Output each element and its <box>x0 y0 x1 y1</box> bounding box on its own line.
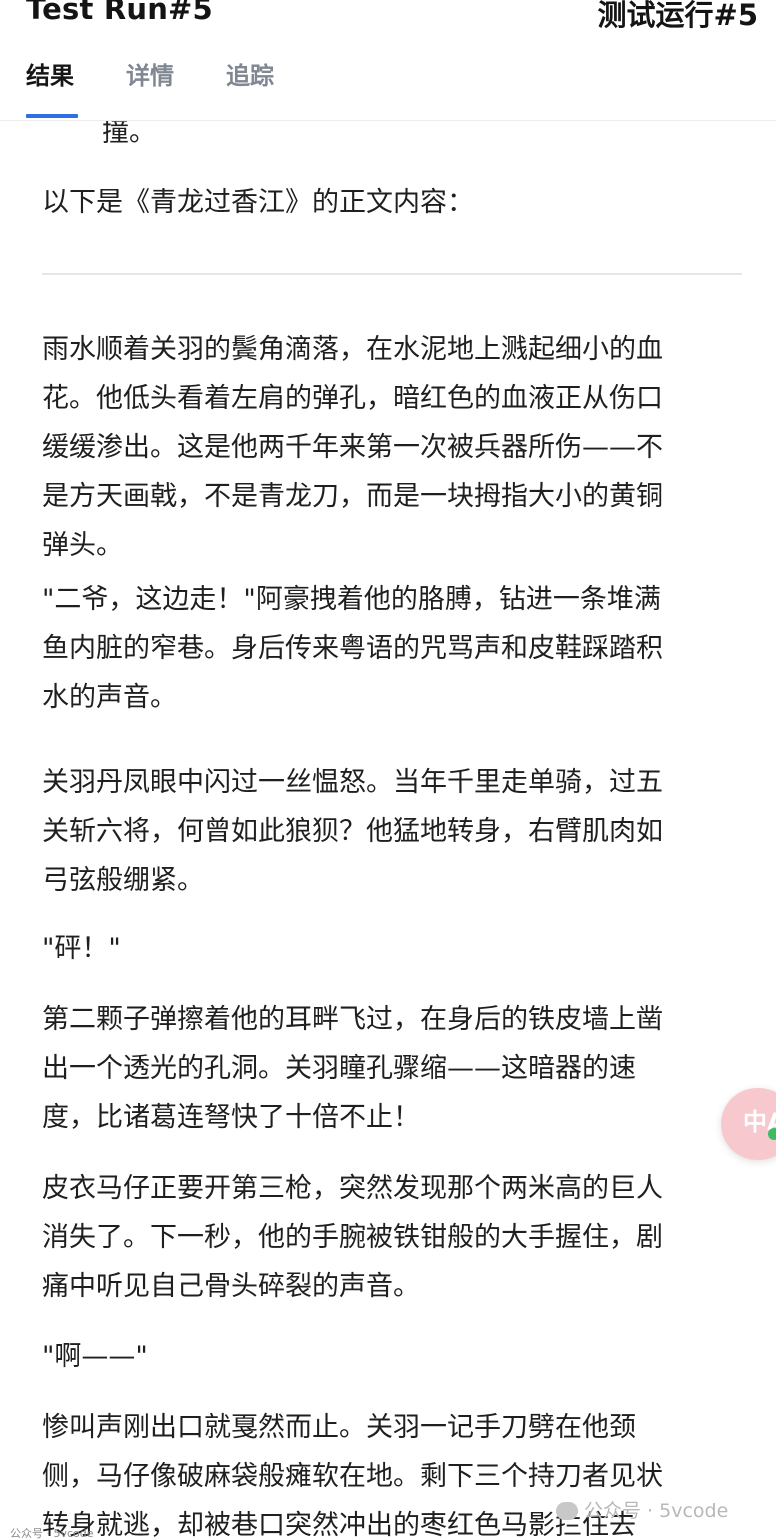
page-title: Test Run#5 <box>26 0 213 26</box>
text-line: 度，比诸葛连弩快了十倍不止！ <box>42 1102 420 1133</box>
paragraph-7: "啊——" <box>42 1332 742 1381</box>
paragraph-6: 皮衣马仔正要开第三枪，突然发现那个两米高的巨人 消失了。下一秒，他的手腕被铁钳般… <box>42 1164 742 1311</box>
paragraph-3: 关羽丹凤眼中闪过一丝愠怒。当年千里走单骑，过五 关斩六将，何曾如此狼狈？他猛地转… <box>42 758 742 905</box>
text-line: 花。他低头看着左肩的弹孔，暗红色的血液正从伤口 <box>42 383 663 414</box>
tab-results-label: 结果 <box>26 62 74 90</box>
intro-paragraph: 以下是《青龙过香江》的正文内容： <box>42 187 474 218</box>
text-line: 第二颗子弹擦着他的耳畔飞过，在身后的铁皮墙上凿 <box>42 1004 663 1035</box>
text-line: "砰！" <box>42 933 121 964</box>
tab-results[interactable]: 结果 <box>26 58 78 118</box>
wechat-icon <box>556 1502 578 1520</box>
tab-trace-label: 追踪 <box>226 62 274 90</box>
divider <box>42 273 742 275</box>
text-line: 是方天画戟，不是青龙刀，而是一块拇指大小的黄铜 <box>42 481 663 512</box>
watermark-right: 公众号 · 5vcode <box>556 1496 728 1523</box>
tab-details[interactable]: 详情 <box>126 58 178 118</box>
tab-trace[interactable]: 追踪 <box>226 58 278 118</box>
text-line: 关斩六将，何曾如此狼狈？他猛地转身，右臂肌肉如 <box>42 816 663 847</box>
text-line: 侧，马仔像破麻袋般瘫软在地。剩下三个持刀者见状 <box>42 1461 663 1492</box>
watermark-left: 公众号 · 5vcode <box>10 1527 94 1540</box>
text-line: "啊——" <box>42 1341 148 1372</box>
page-title-zh: 测试运行#5 <box>597 0 758 32</box>
text-line: 痛中听见自己骨头碎裂的声音。 <box>42 1271 420 1302</box>
text-line: 弹头。 <box>42 530 123 561</box>
paragraph-5: 第二颗子弹擦着他的耳畔飞过，在身后的铁皮墙上凿 出一个透光的孔洞。关羽瞳孔骤缩—… <box>42 995 742 1142</box>
text-line: 皮衣马仔正要开第三枪，突然发现那个两米高的巨人 <box>42 1173 663 1204</box>
tab-details-label: 详情 <box>126 62 174 90</box>
text-line: 缓缓渗出。这是他两千年来第一次被兵器所伤——不 <box>42 432 663 463</box>
paragraph-2: "二爷，这边走！"阿豪拽着他的胳膊，钻进一条堆满 鱼内脏的窄巷。身后传来粤语的咒… <box>42 575 742 722</box>
text-line: 鱼内脏的窄巷。身后传来粤语的咒骂声和皮鞋踩踏积 <box>42 633 663 664</box>
active-tab-indicator <box>26 114 78 118</box>
check-badge-icon <box>768 1128 776 1140</box>
text-line: 雨水顺着关羽的鬓角滴落，在水泥地上溅起细小的血 <box>42 334 663 365</box>
watermark-right-text: 公众号 · 5vcode <box>584 1500 729 1522</box>
text-line: 惨叫声刚出口就戛然而止。关羽一记手刀劈在他颈 <box>42 1412 636 1443</box>
paragraph-1: 雨水顺着关羽的鬓角滴落，在水泥地上溅起细小的血 花。他低头看着左肩的弹孔，暗红色… <box>42 325 742 570</box>
page: Test Run#5 测试运行#5 结果 详情 追踪 撞。 以下是《青龙过香江》… <box>0 0 776 1540</box>
text-line: 弓弦般绷紧。 <box>42 865 204 896</box>
text-line: 消失了。下一秒，他的手腕被铁钳般的大手握住，剧 <box>42 1222 663 1253</box>
text-line: 水的声音。 <box>42 682 177 713</box>
text-line: 出一个透光的孔洞。关羽瞳孔骤缩——这暗器的速 <box>42 1053 636 1084</box>
text-line: "二爷，这边走！"阿豪拽着他的胳膊，钻进一条堆满 <box>42 584 661 615</box>
text-line: 关羽丹凤眼中闪过一丝愠怒。当年千里走单骑，过五 <box>42 767 663 798</box>
paragraph-4: "砰！" <box>42 924 742 973</box>
header: Test Run#5 测试运行#5 结果 详情 追踪 <box>0 0 776 121</box>
